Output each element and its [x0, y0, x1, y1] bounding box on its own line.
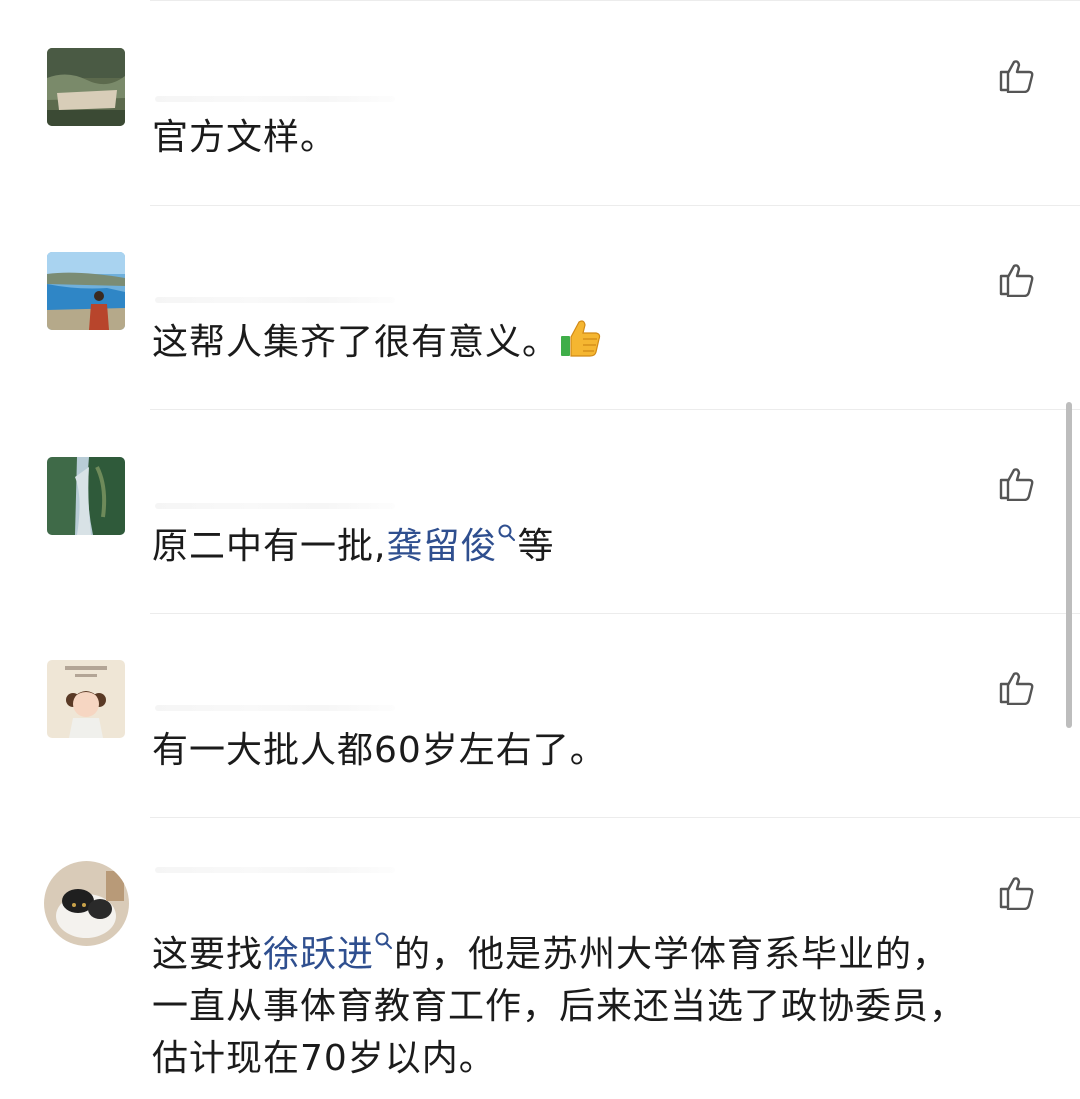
username-placeholder — [155, 503, 395, 509]
like-icon[interactable] — [998, 669, 1036, 705]
scrollbar[interactable] — [1066, 402, 1072, 728]
avatar[interactable] — [47, 660, 125, 738]
search-icon[interactable] — [374, 931, 394, 955]
like-icon[interactable] — [998, 874, 1036, 910]
comment-text-after: 的，他是苏州大学体育系毕业的， — [394, 934, 950, 975]
mention-link[interactable]: 龚留俊 — [386, 526, 497, 567]
mention-link[interactable]: 徐跃进 — [263, 934, 374, 975]
username-placeholder — [155, 297, 395, 303]
comment-text: 原二中有一批,龚留俊等 — [152, 521, 1020, 573]
username-placeholder — [155, 867, 395, 873]
comment-item: 官方文样。 — [0, 0, 1080, 206]
comment-text-after: 等 — [517, 526, 555, 567]
comment-line: 一直从事体育教育工作，后来还当选了政协委员， — [152, 986, 967, 1027]
username-placeholder — [155, 705, 395, 711]
comment-text: 这帮人集齐了很有意义。 — [152, 316, 1020, 369]
comment-text-content: 官方文样。 — [152, 117, 338, 158]
avatar[interactable] — [47, 457, 125, 535]
comment-line: 这要找徐跃进 的，他是苏州大学体育系毕业的， — [152, 929, 1020, 981]
comment-item: 这要找徐跃进 的，他是苏州大学体育系毕业的， 一直从事体育教育工作，后来还当选了政… — [0, 817, 1080, 1099]
avatar[interactable] — [47, 48, 125, 126]
comment-text: 官方文样。 — [152, 112, 1020, 164]
thumbs-up-emoji — [559, 316, 603, 360]
comment-item: 有一大批人都60岁左右了。 — [0, 613, 1080, 818]
comment-text-before: 这要找 — [152, 934, 264, 975]
comment-text-before: 原二中有一批, — [152, 526, 387, 567]
like-icon[interactable] — [998, 57, 1036, 93]
comment-item: 这帮人集齐了很有意义。 — [0, 205, 1080, 410]
comment-text-content: 有一大批人都60岁左右了。 — [152, 730, 607, 771]
search-icon[interactable] — [497, 523, 517, 547]
like-icon[interactable] — [998, 465, 1036, 501]
avatar[interactable] — [47, 252, 125, 330]
comment-line: 估计现在70岁以内。 — [152, 1038, 496, 1079]
comment-item: 原二中有一批,龚留俊等 — [0, 409, 1080, 614]
comment-text: 这要找徐跃进 的，他是苏州大学体育系毕业的， 一直从事体育教育工作，后来还当选了政… — [152, 929, 1020, 1085]
username-placeholder — [155, 96, 395, 102]
like-icon[interactable] — [998, 261, 1036, 297]
avatar[interactable] — [44, 861, 129, 946]
comment-text-content: 这帮人集齐了很有意义。 — [152, 322, 560, 363]
comment-text: 有一大批人都60岁左右了。 — [152, 725, 1020, 777]
